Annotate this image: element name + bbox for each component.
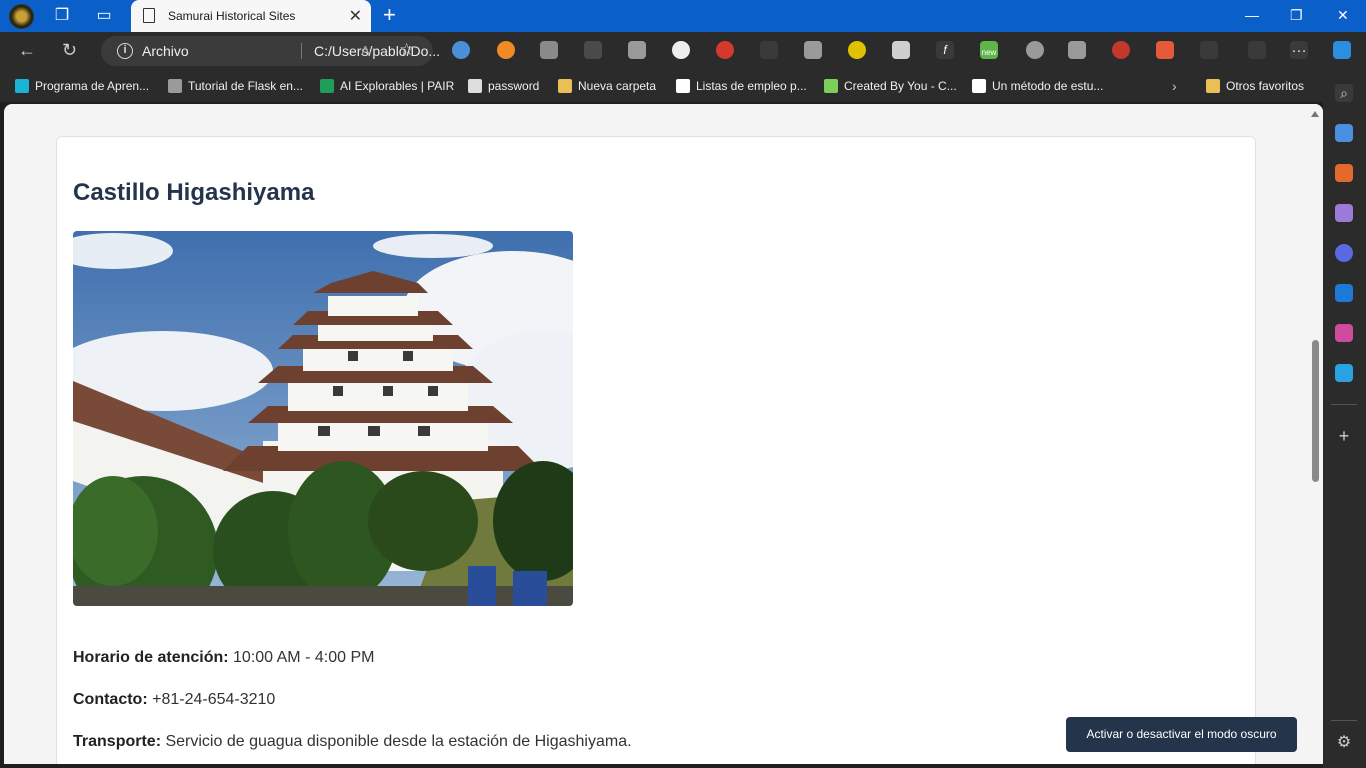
document-icon [143, 8, 155, 23]
new-tab-button[interactable]: + [383, 4, 396, 26]
split-screen-icon[interactable] [1248, 41, 1266, 59]
read-aloud-icon[interactable]: A [361, 43, 370, 58]
workspaces-icon[interactable]: ❐ [52, 6, 72, 26]
page-viewport: Castillo Higashiyama Horario de atención… [4, 104, 1323, 764]
bookmark-favicon [824, 79, 838, 93]
designer-icon[interactable] [1335, 324, 1353, 342]
bookmark-item[interactable]: Un método de estu... [972, 78, 1103, 94]
bookmark-item[interactable]: AI Explorables | PAIR [320, 78, 454, 94]
shopping-tag-icon[interactable] [1335, 124, 1353, 142]
extension-icon-6[interactable] [672, 41, 690, 59]
games-icon[interactable] [1335, 204, 1353, 222]
chevron-right-icon[interactable]: › [1172, 78, 1177, 94]
settings-gear-icon[interactable]: ⚙ [1335, 734, 1353, 752]
tab-actions-icon[interactable]: ▭ [94, 6, 114, 26]
close-tab-icon[interactable]: ✕ [349, 6, 362, 26]
extension-icon-7[interactable] [716, 41, 734, 59]
dark-mode-toggle-button[interactable]: Activar o desactivar el modo oscuro [1066, 717, 1297, 752]
bookmark-item[interactable]: Created By You - C... [824, 78, 957, 94]
extension-icon-1[interactable] [452, 41, 470, 59]
bookmarks-bar: Programa de Apren... Tutorial de Flask e… [0, 70, 1366, 102]
contact-line: Contacto: +81-24-654-3210 [73, 691, 275, 709]
restore-icon[interactable]: ❐ [1290, 7, 1303, 24]
hours-label: Horario de atención: [73, 649, 229, 666]
search-icon[interactable]: ⌕ [1335, 84, 1353, 102]
other-bookmarks-folder[interactable]: Otros favoritos [1206, 78, 1304, 94]
folder-icon [1206, 79, 1220, 93]
tab-samurai-historical-sites[interactable]: Samurai Historical Sites ✕ [131, 0, 371, 32]
formula-icon[interactable]: f [936, 41, 954, 59]
dropbox-icon[interactable] [540, 41, 558, 59]
bookmark-favicon [676, 79, 690, 93]
extension-icon-15[interactable] [1068, 41, 1086, 59]
castle-photo [73, 231, 573, 606]
outlook-icon[interactable] [1335, 284, 1353, 302]
title-bar: ❐ ▭ Samurai Historical Sites ✕ + — ❐ ✕ [0, 0, 1366, 32]
sidebar-divider [1331, 404, 1357, 405]
extension-icon-10[interactable] [848, 41, 866, 59]
site-title: Castillo Higashiyama [73, 179, 315, 206]
add-icon[interactable]: + [1335, 427, 1353, 445]
pocket-icon[interactable] [892, 41, 910, 59]
scrollbar-thumb[interactable] [1312, 340, 1319, 482]
address-separator [301, 43, 302, 59]
copilot-icon[interactable] [1333, 41, 1351, 59]
address-bar[interactable]: i Archivo C:/Users/pablo/Do... A ☆ [101, 36, 440, 66]
bookmark-favicon [320, 79, 334, 93]
address-url[interactable]: C:/Users/pablo/Do... [314, 43, 440, 59]
transport-line: Transporte: Servicio de guagua disponibl… [73, 733, 632, 751]
hours-line: Horario de atención: 10:00 AM - 4:00 PM [73, 649, 374, 667]
contact-value: +81-24-654-3210 [152, 691, 276, 708]
more-options-icon[interactable]: … [1290, 40, 1308, 59]
extension-icon-16[interactable] [1112, 41, 1130, 59]
refresh-icon[interactable]: ↻ [62, 40, 77, 61]
extension-icon-17[interactable] [1156, 41, 1174, 59]
extension-icon-8[interactable] [760, 41, 778, 59]
extensions-puzzle-icon[interactable] [1200, 41, 1218, 59]
page-scrollbar[interactable] [1307, 104, 1323, 764]
transport-value: Servicio de guagua disponible desde la e… [165, 733, 632, 750]
back-arrow-icon[interactable]: ← [18, 40, 36, 61]
bookmark-favicon [168, 79, 182, 93]
bookmark-folder[interactable]: Nueva carpeta [558, 78, 656, 94]
camera-icon[interactable] [628, 41, 646, 59]
extension-icon-2[interactable] [497, 41, 515, 59]
bookmark-favicon [972, 79, 986, 93]
tools-icon[interactable] [1335, 164, 1353, 182]
sidebar-divider [1331, 720, 1357, 721]
copilot-sidebar-icon[interactable] [1335, 244, 1353, 262]
bookmark-item[interactable]: Listas de empleo p... [676, 78, 807, 94]
minimize-icon[interactable]: — [1245, 7, 1259, 23]
bookmark-favicon [468, 79, 482, 93]
new-badge-icon[interactable]: new [980, 41, 998, 59]
edge-sidebar: ⌕ + ⚙ [1323, 70, 1366, 768]
folder-icon [558, 79, 572, 93]
extension-icon-14[interactable] [1026, 41, 1044, 59]
angular-icon[interactable] [804, 41, 822, 59]
info-icon[interactable]: i [117, 43, 133, 59]
bookmark-item[interactable]: Tutorial de Flask en... [168, 78, 303, 94]
address-label: Archivo [142, 43, 189, 59]
tab-title: Samurai Historical Sites [168, 9, 296, 23]
bookmark-item[interactable]: password [468, 78, 539, 94]
scroll-up-arrow-icon[interactable] [1311, 111, 1319, 117]
send-icon[interactable] [1335, 364, 1353, 382]
close-window-icon[interactable]: ✕ [1337, 7, 1349, 24]
extension-icon-4[interactable] [584, 41, 602, 59]
bookmark-item[interactable]: Programa de Apren... [15, 78, 149, 94]
profile-avatar[interactable] [9, 4, 34, 29]
bookmark-favicon [15, 79, 29, 93]
hours-value: 10:00 AM - 4:00 PM [233, 649, 375, 666]
contact-label: Contacto: [73, 691, 148, 708]
favorite-star-icon[interactable]: ☆ [399, 40, 414, 60]
site-card: Castillo Higashiyama Horario de atención… [56, 136, 1256, 764]
transport-label: Transporte: [73, 733, 162, 750]
